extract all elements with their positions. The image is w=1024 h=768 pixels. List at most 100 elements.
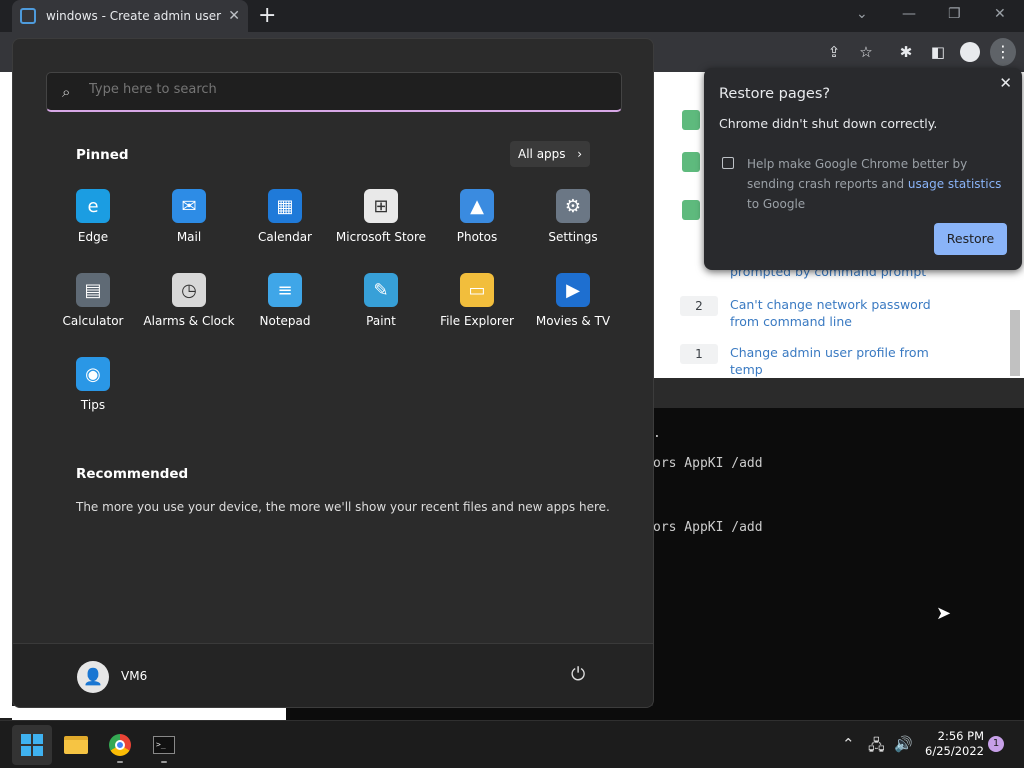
taskbar-file-explorer[interactable] (56, 725, 96, 765)
pinned-app-tips[interactable]: ◉ Tips (45, 357, 141, 427)
user-name[interactable]: VM6 (121, 669, 147, 683)
app-label: Paint (366, 314, 396, 328)
app-label: Microsoft Store (335, 230, 427, 244)
running-indicator (117, 761, 123, 763)
new-tab-button[interactable]: + (258, 4, 276, 28)
profile-avatar-icon[interactable] (960, 42, 980, 62)
star-icon[interactable]: ☆ (856, 42, 876, 62)
pinned-app-calendar[interactable]: ▦ Calendar (237, 189, 333, 259)
dialog-subtitle: Chrome didn't shut down correctly. (719, 116, 938, 131)
tab-title: windows - Create admin user fro (46, 9, 222, 23)
pinned-app-calculator[interactable]: ▤ Calculator (45, 273, 141, 343)
page-scrollbar-thumb[interactable] (1010, 310, 1020, 376)
desktop: windows - Create admin user fro ✕ + ⌄ — … (0, 0, 1024, 768)
related-question-row[interactable]: 2 Can't change network password from com… (680, 296, 960, 330)
calendar-icon: ▦ (268, 189, 302, 223)
pinned-app-settings[interactable]: ⚙ Settings (525, 189, 621, 259)
question-link[interactable]: Can't change network password from comma… (730, 296, 960, 330)
power-icon[interactable]: ⏻ (571, 664, 585, 685)
all-apps-button[interactable]: All apps › (510, 141, 590, 167)
taskbar-clock[interactable]: 2:56 PM 6/25/2022 (920, 729, 984, 759)
chrome-titlebar: windows - Create admin user fro ✕ + ⌄ — … (0, 0, 1024, 32)
share-icon[interactable]: ⇪ (824, 42, 844, 62)
paint-icon: ✎ (364, 273, 398, 307)
dialog-title: Restore pages? (719, 86, 831, 102)
sidebar-icon[interactable]: ◧ (928, 42, 948, 62)
pinned-app-notepad[interactable]: ≡ Notepad (237, 273, 333, 343)
taskbar-chrome[interactable] (100, 725, 140, 765)
mouse-pointer-icon: ➤ (936, 603, 952, 624)
restore-button[interactable]: Restore (934, 223, 1007, 255)
app-label: Alarms & Clock (143, 314, 235, 328)
answer-badge (682, 152, 700, 172)
pinned-app-paint[interactable]: ✎ Paint (333, 273, 429, 343)
restore-window-button[interactable]: ❐ (948, 6, 961, 22)
user-avatar-icon[interactable]: 👤 (77, 661, 109, 693)
app-label: Calculator (62, 314, 124, 328)
search-icon: ⌕ (62, 83, 71, 101)
pinned-app-microsoft-store[interactable]: ⊞ Microsoft Store (333, 189, 429, 259)
gear-icon: ⚙ (556, 189, 590, 223)
recommended-title: Recommended (76, 466, 189, 482)
pinned-app-movies-tv[interactable]: ▶ Movies & TV (525, 273, 621, 343)
usage-statistics-link[interactable]: usage statistics (908, 177, 1002, 191)
extensions-icon[interactable]: ✱ (896, 42, 916, 62)
movies-icon: ▶ (556, 273, 590, 307)
pinned-app-edge[interactable]: e Edge (45, 189, 141, 259)
page-left-edge (0, 72, 12, 718)
notification-badge[interactable]: 1 (988, 736, 1004, 752)
terminal-icon: >_ (153, 736, 175, 754)
photos-icon: ▲ (460, 189, 494, 223)
start-footer: 👤 VM6 ⏻ (13, 643, 653, 707)
minimize-button[interactable]: — (902, 6, 916, 22)
pinned-app-file-explorer[interactable]: ▭ File Explorer (429, 273, 525, 343)
clock-time: 2:56 PM (937, 729, 984, 743)
tab-close-icon[interactable]: ✕ (228, 8, 240, 24)
tips-icon: ◉ (76, 357, 110, 391)
pinned-title: Pinned (76, 147, 129, 163)
crash-report-label: Help make Google Chrome better by sendin… (747, 154, 1007, 214)
answer-badge (682, 110, 700, 130)
terminal-line: ors AppKI /add (653, 520, 763, 535)
app-label: Settings (548, 230, 598, 244)
question-vote-count: 2 (680, 296, 718, 316)
clock-date: 6/25/2022 (925, 744, 984, 758)
chevron-up-icon[interactable]: ⌃ (842, 735, 855, 753)
windows-logo-icon (21, 734, 43, 756)
volume-icon[interactable]: 🔊 (894, 735, 913, 753)
running-indicator (161, 761, 167, 763)
all-apps-label: All apps (518, 147, 566, 161)
start-search-box[interactable]: ⌕ (46, 72, 622, 112)
notepad-icon: ≡ (268, 273, 302, 307)
question-vote-count: 1 (680, 344, 718, 364)
calculator-icon: ▤ (76, 273, 110, 307)
app-label: Mail (176, 230, 202, 244)
browser-tab[interactable]: windows - Create admin user fro ✕ (12, 0, 248, 32)
app-label: File Explorer (440, 314, 514, 328)
answer-badge (682, 200, 700, 220)
pinned-app-photos[interactable]: ▲ Photos (429, 189, 525, 259)
close-icon[interactable]: ✕ (999, 74, 1012, 92)
pinned-app-alarms-clock[interactable]: ◷ Alarms & Clock (141, 273, 237, 343)
start-menu: ⌕ Pinned All apps › e Edge ✉ Mail ▦ Calendar ⊞… (12, 38, 654, 708)
app-label: Notepad (259, 314, 311, 328)
question-link[interactable]: Change admin user profile from temp (730, 344, 960, 378)
tab-search-chevron-icon[interactable]: ⌄ (856, 6, 868, 22)
chevron-right-icon: › (577, 147, 582, 161)
close-window-button[interactable]: ✕ (994, 6, 1006, 22)
folder-icon (64, 736, 88, 754)
terminal-line: ors AppKI /add (653, 456, 763, 471)
pinned-app-mail[interactable]: ✉ Mail (141, 189, 237, 259)
terminal-output[interactable]: . ors AppKI /add ors AppKI /add (653, 408, 1024, 720)
restore-pages-dialog: Restore pages? ✕ Chrome didn't shut down… (704, 68, 1022, 270)
start-button[interactable] (12, 725, 52, 765)
app-label: Edge (77, 230, 109, 244)
app-label: Tips (80, 398, 106, 412)
folder-icon: ▭ (460, 273, 494, 307)
related-question-row[interactable]: 1 Change admin user profile from temp (680, 344, 960, 378)
search-input[interactable] (89, 82, 589, 97)
chrome-menu-button[interactable]: ⋮ (990, 38, 1016, 66)
network-icon[interactable]: 🖧 (868, 735, 885, 760)
taskbar-terminal[interactable]: >_ (144, 725, 184, 765)
crash-report-checkbox[interactable] (722, 157, 734, 169)
